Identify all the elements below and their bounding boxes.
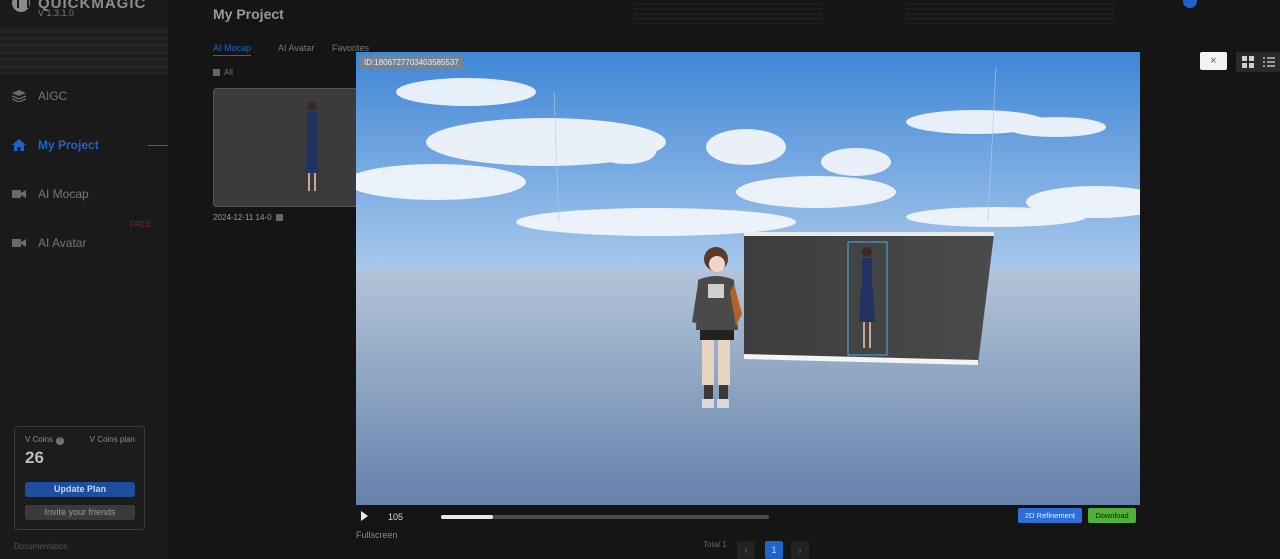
coins-label-text: V Coins [25, 435, 54, 444]
invite-friends-button[interactable]: Invite your friends [25, 505, 135, 520]
select-all-label: All [224, 68, 233, 77]
next-page-button[interactable]: › [791, 541, 809, 559]
logo: QUICKMAGIC [12, 0, 146, 12]
layers-icon [12, 90, 26, 102]
coins-card: V Coins? V Coins plan 26 Update Plan Inv… [14, 426, 145, 530]
top-bar-placeholder [905, 0, 1115, 24]
sidebar-item-label: My Project [38, 138, 99, 152]
close-button[interactable]: × [1200, 52, 1227, 70]
project-date-text: 2024-12-11 14-0 [213, 213, 272, 222]
page-title: My Project [213, 6, 284, 22]
download-button[interactable]: Download [1088, 508, 1136, 523]
checkbox-icon[interactable] [275, 214, 283, 221]
video-camera-icon [12, 190, 26, 198]
sidebar: QUICKMAGIC V 1.3.1.0 AIGC My Project AI … [0, 0, 168, 559]
top-bar-placeholder [633, 0, 823, 24]
progress-fill [441, 515, 494, 519]
tab-ai-avatar[interactable]: AI Avatar [278, 43, 314, 53]
fullscreen-button[interactable]: Fullscreen [356, 530, 398, 540]
sidebar-item-ai-mocap[interactable]: AI Mocap [12, 187, 89, 201]
project-thumbnail[interactable] [213, 88, 365, 207]
logo-mark-icon [12, 0, 30, 12]
project-date: 2024-12-11 14-0 [213, 213, 283, 222]
coins-plan-link[interactable]: V Coins plan [90, 435, 135, 444]
home-icon [12, 139, 26, 151]
user-avatar[interactable] [1183, 0, 1197, 8]
video-camera-icon [12, 239, 26, 247]
active-nav-indicator [148, 145, 168, 146]
sidebar-item-label: AIGC [38, 89, 68, 103]
grid-view-icon[interactable] [1239, 54, 1257, 70]
documentation-link[interactable]: Documentation [14, 542, 68, 551]
select-all-checkbox[interactable]: All [213, 68, 233, 77]
play-icon[interactable] [361, 511, 368, 521]
player-controls: 105 2D Refinement Download [356, 505, 1140, 530]
sidebar-item-label: AI Mocap [38, 187, 89, 201]
list-view-icon[interactable] [1260, 54, 1278, 70]
coins-value: 26 [25, 448, 44, 467]
sidebar-item-my-project[interactable]: My Project [12, 138, 99, 152]
view-toggle [1236, 52, 1280, 72]
3d-scene-view [356, 52, 1140, 530]
tab-ai-mocap[interactable]: AI Mocap [213, 43, 252, 56]
app-version: V 1.3.1.0 [38, 8, 75, 18]
video-player[interactable]: ID:1806727703403585537 [356, 52, 1140, 530]
progress-slider[interactable] [441, 515, 769, 519]
sidebar-item-aigc[interactable]: AIGC [12, 89, 67, 103]
free-badge: FREE [130, 220, 152, 229]
sidebar-header-stripes [0, 26, 168, 74]
help-icon[interactable]: ? [56, 437, 65, 445]
checkbox-icon [213, 69, 220, 76]
sidebar-item-label: AI Avatar [38, 236, 87, 250]
frame-counter: 105 [388, 512, 404, 522]
recording-id-badge: ID:1806727703403585537 [360, 55, 463, 70]
page-button-current[interactable]: 1 [765, 541, 783, 559]
sidebar-item-ai-avatar[interactable]: AI Avatar [12, 236, 86, 250]
2d-refinement-button[interactable]: 2D Refinement [1018, 508, 1082, 523]
prev-page-button[interactable]: ‹ [737, 541, 755, 559]
pager-total: Total 1 [703, 540, 727, 549]
avatar-figure-icon [306, 101, 318, 191]
update-plan-button[interactable]: Update Plan [25, 482, 135, 497]
coins-label: V Coins? [25, 435, 65, 445]
